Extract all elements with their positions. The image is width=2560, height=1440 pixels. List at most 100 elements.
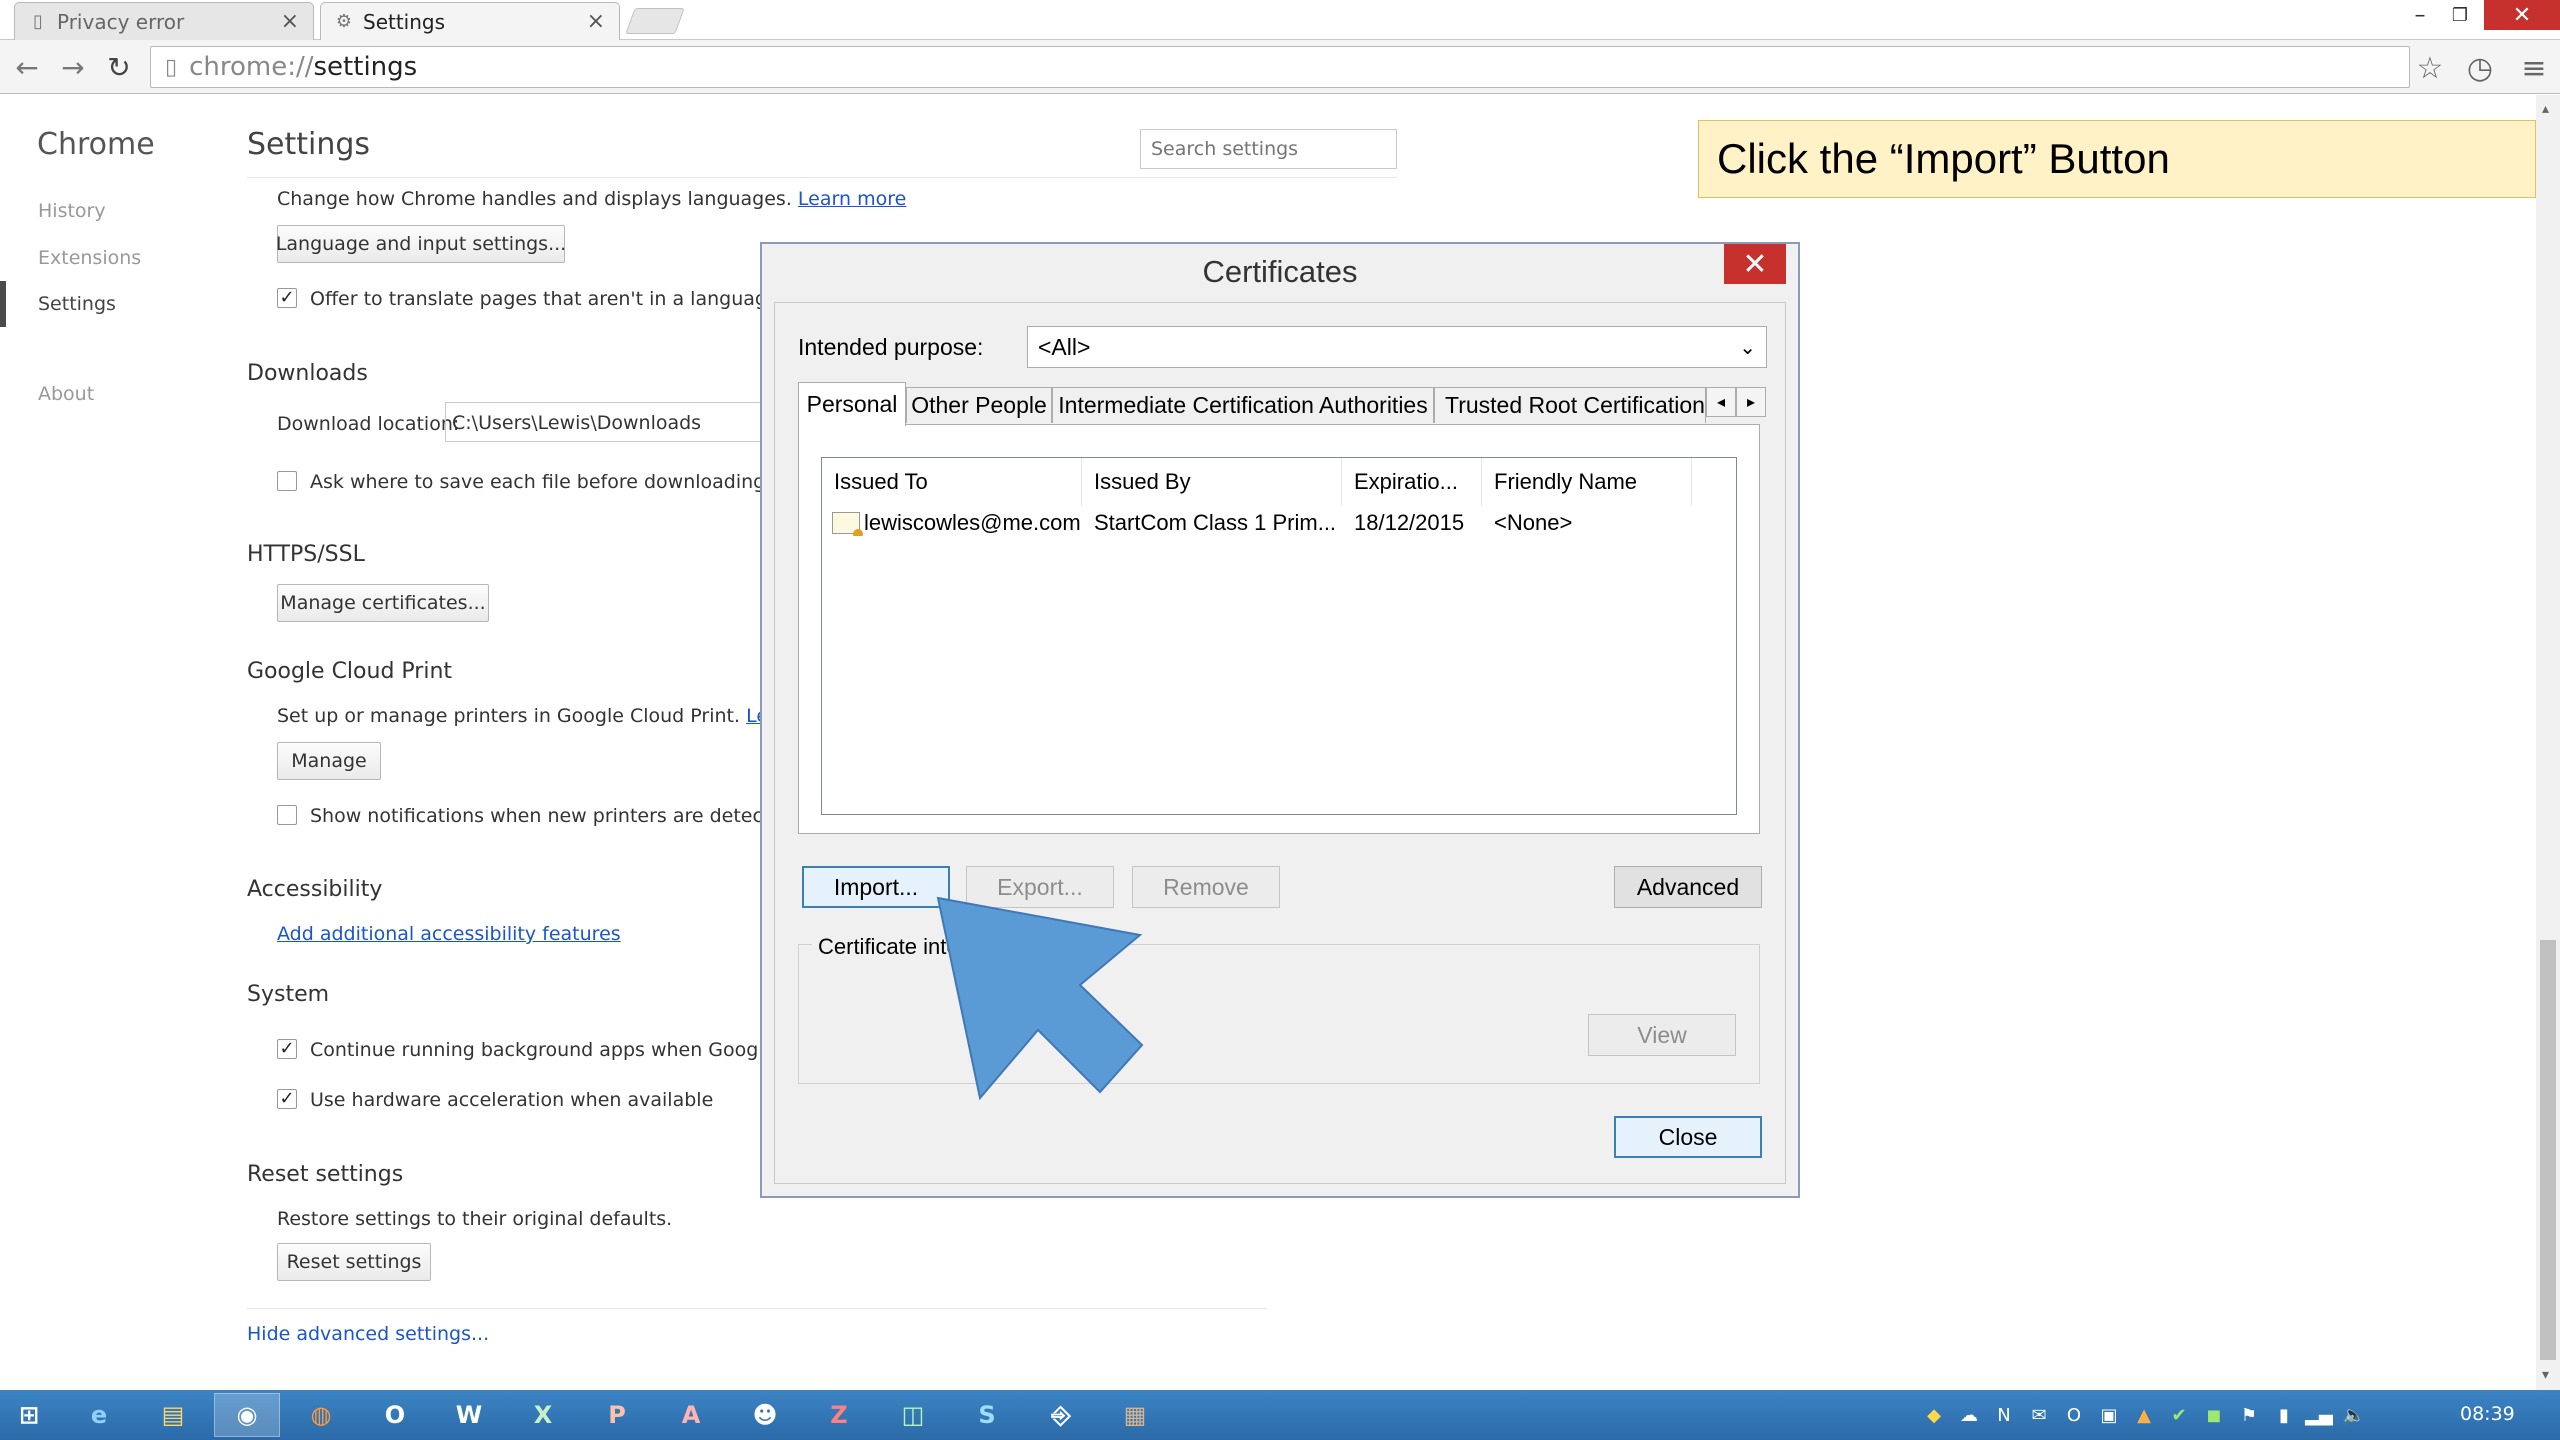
gimp-icon[interactable]: ☻ bbox=[732, 1393, 798, 1437]
browser-toolbar: ← → ↻ ▯ chrome:// settings ☆ ◷ ≡ bbox=[0, 40, 2560, 94]
table-row[interactable]: lewiscowles@me.com bbox=[832, 510, 1082, 536]
languages-learn-more-link[interactable]: Learn more bbox=[798, 188, 906, 210]
hw-acceleration-checkbox[interactable]: ✓ bbox=[277, 1089, 297, 1109]
nav-item-settings[interactable]: Settings bbox=[38, 293, 116, 315]
menu-icon[interactable]: ≡ bbox=[2516, 50, 2552, 86]
tab-privacy-error[interactable]: ▯ Privacy error × bbox=[14, 2, 314, 40]
start-windows-icon[interactable]: ⊞ bbox=[4, 1393, 54, 1437]
page-scrollbar[interactable]: ▴ ▾ bbox=[2536, 95, 2560, 1390]
nav-item-extensions[interactable]: Extensions bbox=[38, 247, 141, 269]
column-issued-by[interactable]: Issued By bbox=[1082, 458, 1342, 506]
project-icon[interactable]: ◫ bbox=[880, 1393, 946, 1437]
file-explorer-icon[interactable]: ▤ bbox=[140, 1393, 206, 1437]
clock[interactable]: 08:39 bbox=[2460, 1403, 2515, 1425]
tab-other-people[interactable]: Other People bbox=[906, 387, 1052, 423]
search-settings-input[interactable] bbox=[1140, 129, 1397, 169]
background-apps-checkbox[interactable]: ✓ bbox=[277, 1039, 297, 1059]
close-button[interactable]: Close bbox=[1614, 1116, 1762, 1158]
download-location-label: Download location: bbox=[277, 413, 460, 435]
tab-scroll-left-icon[interactable]: ◂ bbox=[1706, 387, 1736, 417]
warning-tray-icon[interactable]: ◆ bbox=[1920, 1402, 1948, 1428]
reload-icon[interactable]: ↻ bbox=[102, 50, 136, 84]
close-tab-icon[interactable]: × bbox=[587, 9, 605, 34]
accessibility-features-link[interactable]: Add additional accessibility features bbox=[277, 923, 621, 945]
alert-tray-icon[interactable]: ▲ bbox=[2130, 1402, 2158, 1428]
tab-trusted-root[interactable]: Trusted Root Certification bbox=[1434, 387, 1706, 423]
intended-purpose-value: <All> bbox=[1038, 333, 1091, 360]
powerpoint-icon[interactable]: P bbox=[584, 1393, 650, 1437]
cloud-print-heading: Google Cloud Print bbox=[247, 659, 453, 684]
hide-advanced-settings-link[interactable]: Hide advanced settings... bbox=[247, 1323, 489, 1345]
languages-desc-text: Change how Chrome handles and displays l… bbox=[277, 188, 792, 210]
advanced-button[interactable]: Advanced bbox=[1614, 866, 1762, 908]
security-tray-icon[interactable]: ✔ bbox=[2165, 1402, 2193, 1428]
firefox-icon[interactable]: ◍ bbox=[288, 1393, 354, 1437]
column-issued-to[interactable]: Issued To bbox=[822, 458, 1082, 506]
scroll-down-icon[interactable]: ▾ bbox=[2542, 1367, 2549, 1383]
scroll-thumb[interactable] bbox=[2540, 940, 2556, 1360]
reset-heading: Reset settings bbox=[247, 1162, 404, 1187]
network-signal-icon[interactable]: ▂▄ bbox=[2305, 1402, 2333, 1428]
cloud-print-description: Set up or manage printers in Google Clou… bbox=[277, 705, 824, 727]
flag-tray-icon[interactable]: ⚑ bbox=[2235, 1402, 2263, 1428]
address-bar[interactable]: ▯ chrome:// settings bbox=[150, 46, 2410, 88]
scroll-up-icon[interactable]: ▴ bbox=[2542, 101, 2549, 117]
forward-arrow-icon[interactable]: → bbox=[56, 50, 90, 84]
onenote-tray-icon[interactable]: N bbox=[1990, 1402, 2018, 1428]
cloud-tray-icon[interactable]: ☁ bbox=[1955, 1402, 1983, 1428]
download-location-field[interactable]: C:\Users\Lewis\Downloads bbox=[445, 402, 765, 442]
tab-intermediate-ca[interactable]: Intermediate Certification Authorities bbox=[1052, 387, 1434, 423]
access-icon[interactable]: A bbox=[658, 1393, 724, 1437]
nvidia-tray-icon[interactable]: ◼ bbox=[2200, 1402, 2228, 1428]
tab-settings[interactable]: ⚙ Settings × bbox=[320, 2, 620, 40]
calendar-tray-icon[interactable]: ▣ bbox=[2095, 1402, 2123, 1428]
ie-icon[interactable]: e bbox=[66, 1393, 132, 1437]
tab-scroll-right-icon[interactable]: ▸ bbox=[1736, 387, 1766, 417]
bookmark-star-icon[interactable]: ☆ bbox=[2412, 50, 2448, 86]
page-title: Settings bbox=[247, 127, 371, 162]
excel-icon[interactable]: X bbox=[510, 1393, 576, 1437]
filezilla-icon[interactable]: Z bbox=[806, 1393, 872, 1437]
back-arrow-icon[interactable]: ← bbox=[10, 50, 44, 84]
remove-button[interactable]: Remove bbox=[1132, 866, 1280, 908]
certificates-dialog: Certificates ✕ Intended purpose: <All> ⌄… bbox=[760, 242, 1800, 1198]
reset-settings-button[interactable]: Reset settings bbox=[277, 1243, 431, 1281]
divider bbox=[247, 1308, 1267, 1309]
volume-icon[interactable]: 🔈 bbox=[2340, 1402, 2368, 1428]
nav-item-about[interactable]: About bbox=[38, 383, 94, 405]
view-button[interactable]: View bbox=[1588, 1014, 1736, 1056]
mail-tray-icon[interactable]: ✉ bbox=[2025, 1402, 2053, 1428]
cloud-print-manage-button[interactable]: Manage bbox=[277, 742, 381, 780]
page-icon: ▯ bbox=[33, 11, 43, 32]
translate-checkbox[interactable]: ✓ bbox=[277, 288, 297, 308]
word-icon[interactable]: W bbox=[436, 1393, 502, 1437]
network-tool-icon[interactable]: ⎆ bbox=[1028, 1393, 1094, 1437]
skype-icon[interactable]: S bbox=[954, 1393, 1020, 1437]
language-input-settings-button[interactable]: Language and input settings... bbox=[276, 225, 566, 263]
chrome-icon[interactable]: ◉ bbox=[214, 1393, 280, 1437]
certificate-list[interactable]: Issued To Issued By Expiratio... Friendl… bbox=[821, 457, 1737, 815]
pointer-arrow-icon bbox=[936, 896, 1144, 1101]
nav-title: Chrome bbox=[37, 127, 155, 162]
power-tray-icon[interactable]: ▮ bbox=[2270, 1402, 2298, 1428]
reset-description: Restore settings to their original defau… bbox=[277, 1208, 673, 1230]
new-tab-button[interactable] bbox=[625, 8, 685, 34]
window-close-button[interactable]: ✕ bbox=[2484, 0, 2560, 30]
tab-personal[interactable]: Personal bbox=[798, 382, 906, 426]
close-tab-icon[interactable]: × bbox=[281, 9, 299, 34]
page-icon: ▯ bbox=[165, 54, 178, 80]
column-expiration[interactable]: Expiratio... bbox=[1342, 458, 1482, 506]
dialog-close-icon[interactable]: ✕ bbox=[1724, 244, 1786, 284]
restore-button[interactable]: ❐ bbox=[2440, 0, 2480, 30]
nav-item-history[interactable]: History bbox=[38, 200, 106, 222]
printer-notify-checkbox[interactable] bbox=[277, 805, 297, 825]
intended-purpose-select[interactable]: <All> ⌄ bbox=[1027, 326, 1767, 368]
ask-save-checkbox[interactable] bbox=[277, 471, 297, 491]
column-friendly-name[interactable]: Friendly Name bbox=[1482, 458, 1692, 506]
terminal-icon[interactable]: ▦ bbox=[1102, 1393, 1168, 1437]
manage-certificates-button[interactable]: Manage certificates... bbox=[277, 584, 489, 622]
outlook-tray-icon[interactable]: O bbox=[2060, 1402, 2088, 1428]
outlook-icon[interactable]: O bbox=[362, 1393, 428, 1437]
minimize-button[interactable]: – bbox=[2400, 0, 2440, 30]
extension-clock-icon[interactable]: ◷ bbox=[2462, 50, 2498, 86]
